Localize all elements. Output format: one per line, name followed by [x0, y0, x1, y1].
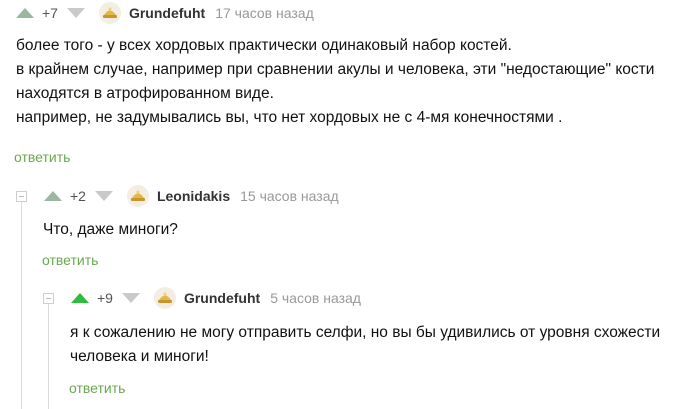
comment-author[interactable]: Grundefuht: [184, 290, 260, 306]
downvote-icon[interactable]: [66, 8, 85, 18]
comment-line: находятся в атрофированном виде.: [16, 85, 274, 102]
comment-rating: +7: [42, 5, 58, 21]
comment-body: более того - у всех хордовых практически…: [16, 34, 654, 130]
comment-author[interactable]: Leonidakis: [157, 188, 230, 204]
downvote-icon[interactable]: [94, 191, 113, 201]
thread-branch-line[interactable]: [21, 200, 22, 409]
downvote-icon[interactable]: [121, 293, 140, 303]
comment-rating: +2: [70, 188, 86, 204]
avatar[interactable]: [98, 2, 121, 24]
comment-time[interactable]: 15 часов назад: [240, 188, 339, 204]
collapse-toggle[interactable]: [43, 293, 54, 304]
thread-branch-line[interactable]: [48, 303, 49, 409]
comment-line: более того - у всех хордовых практически…: [16, 37, 512, 54]
comment-line: я к сожалению не могу отправить селфи, н…: [70, 324, 661, 341]
comment-line: например, не задумывались вы, что нет хо…: [16, 109, 563, 126]
avatar[interactable]: [153, 287, 176, 309]
comment-body: я к сожалению не могу отправить селфи, н…: [70, 321, 660, 369]
reply-link[interactable]: ответить: [14, 149, 70, 165]
comment-author[interactable]: Grundefuht: [129, 5, 205, 21]
upvote-icon[interactable]: [71, 293, 89, 303]
collapse-toggle[interactable]: [16, 191, 27, 202]
comment-rating: +9: [97, 290, 113, 306]
comment-time[interactable]: 5 часов назад: [270, 290, 361, 306]
comment-header: +9 Grundefuht 5 часов назад: [71, 287, 361, 309]
comment-header: +2 Leonidakis 15 часов назад: [44, 185, 339, 207]
reply-link[interactable]: ответить: [42, 252, 98, 268]
comment-line: в крайнем случае, например при сравнении…: [16, 61, 655, 78]
upvote-icon[interactable]: [44, 191, 62, 201]
avatar[interactable]: [126, 185, 149, 207]
upvote-icon[interactable]: [16, 8, 34, 18]
avatar-icon: [102, 7, 117, 18]
comment-body: Что, даже миноги?: [43, 218, 178, 242]
comment-line: Что, даже миноги?: [43, 221, 178, 238]
comment-line: человека и миноги!: [70, 348, 209, 365]
reply-link[interactable]: ответить: [69, 380, 125, 396]
comment-time[interactable]: 17 часов назад: [215, 5, 314, 21]
avatar-icon: [157, 292, 172, 303]
comment-header: +7 Grundefuht 17 часов назад: [16, 2, 314, 24]
avatar-icon: [130, 190, 145, 201]
